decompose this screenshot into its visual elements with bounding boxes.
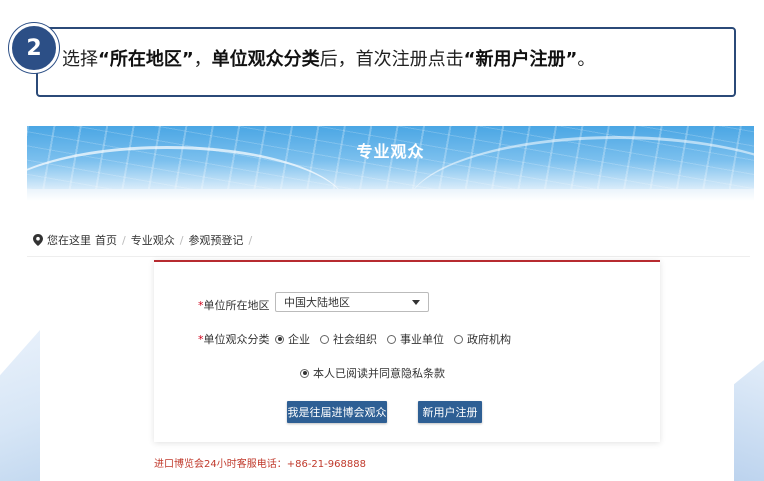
radio-label: 政府机构 — [467, 333, 511, 346]
region-select[interactable]: 中国大陆地区 — [275, 292, 429, 312]
breadcrumb-separator: / — [248, 233, 253, 247]
breadcrumb-visitors-link[interactable]: 专业观众 — [131, 232, 175, 248]
region-label: * 单位所在地区 — [198, 297, 270, 313]
radio-label: 企业 — [288, 333, 310, 346]
radio-button[interactable] — [275, 334, 284, 344]
location-pin-icon — [33, 234, 43, 246]
radio-button[interactable] — [387, 334, 396, 344]
radio-option-enterprise[interactable]: 企业 — [275, 331, 310, 347]
privacy-agree-option[interactable]: 本人已阅读并同意隐私条款 — [300, 365, 445, 381]
region-label-text: 单位所在地区 — [203, 299, 270, 312]
past-visitor-button[interactable]: 我是往届进博会观众 — [287, 401, 387, 423]
agree-label: 本人已阅读并同意隐私条款 — [313, 367, 445, 380]
step-number-badge: 2 — [9, 23, 59, 73]
new-user-register-button[interactable]: 新用户注册 — [418, 401, 482, 423]
radio-option-government[interactable]: 政府机构 — [454, 331, 511, 347]
category-radio-group: 企业 社会组织 事业单位 政府机构 — [275, 331, 521, 347]
radio-option-public-institution[interactable]: 事业单位 — [387, 331, 444, 347]
hero-banner: 专业观众 — [27, 126, 754, 189]
region-select-value: 中国大陆地区 — [284, 296, 350, 309]
step-text-part: 。 — [577, 49, 596, 70]
step-text-part: ， — [193, 49, 212, 70]
step-text-part: 后，首次注册点击 — [319, 49, 464, 70]
breadcrumb-separator: / — [179, 233, 184, 247]
decorative-shape-right — [734, 360, 764, 481]
hero-fade — [27, 189, 754, 201]
step-text-part-bold: “所在地区” — [98, 49, 194, 70]
step-text-part-bold: “新用户注册” — [463, 49, 578, 70]
breadcrumb-prefix: 您在这里 — [47, 234, 91, 247]
radio-label: 事业单位 — [400, 333, 444, 346]
category-label: * 单位观众分类 — [198, 331, 270, 347]
hero-title: 专业观众 — [356, 142, 425, 161]
category-label-text: 单位观众分类 — [203, 333, 270, 346]
step-text-part-bold: 单位观众分类 — [211, 49, 320, 70]
radio-button[interactable] — [320, 334, 329, 344]
radio-button[interactable] — [454, 334, 463, 344]
breadcrumb-home-link[interactable]: 首页 — [95, 232, 117, 248]
step-text-part: 选择 — [62, 49, 98, 70]
breadcrumb-separator: / — [122, 233, 126, 247]
agree-radio[interactable] — [300, 368, 309, 378]
radio-option-social-org[interactable]: 社会组织 — [320, 331, 377, 347]
breadcrumb-divider — [27, 256, 750, 257]
breadcrumb: 您在这里 首页 / 专业观众 / 参观预登记 / — [33, 232, 253, 248]
registration-form-card: * 单位所在地区 中国大陆地区 * 单位观众分类 企业 社会组织 事业单位 政府机构… — [154, 260, 660, 442]
step-instruction-text: 选择“所在地区”，单位观众分类后，首次注册点击“新用户注册”。 — [62, 45, 595, 71]
chevron-down-icon — [412, 299, 420, 305]
decorative-shape-left — [0, 330, 40, 481]
radio-label: 社会组织 — [333, 333, 377, 346]
breadcrumb-preregistration-link[interactable]: 参观预登记 — [188, 232, 243, 248]
customer-service-hotline: 进口博览会24小时客服电话：+86-21-968888 — [154, 459, 366, 470]
